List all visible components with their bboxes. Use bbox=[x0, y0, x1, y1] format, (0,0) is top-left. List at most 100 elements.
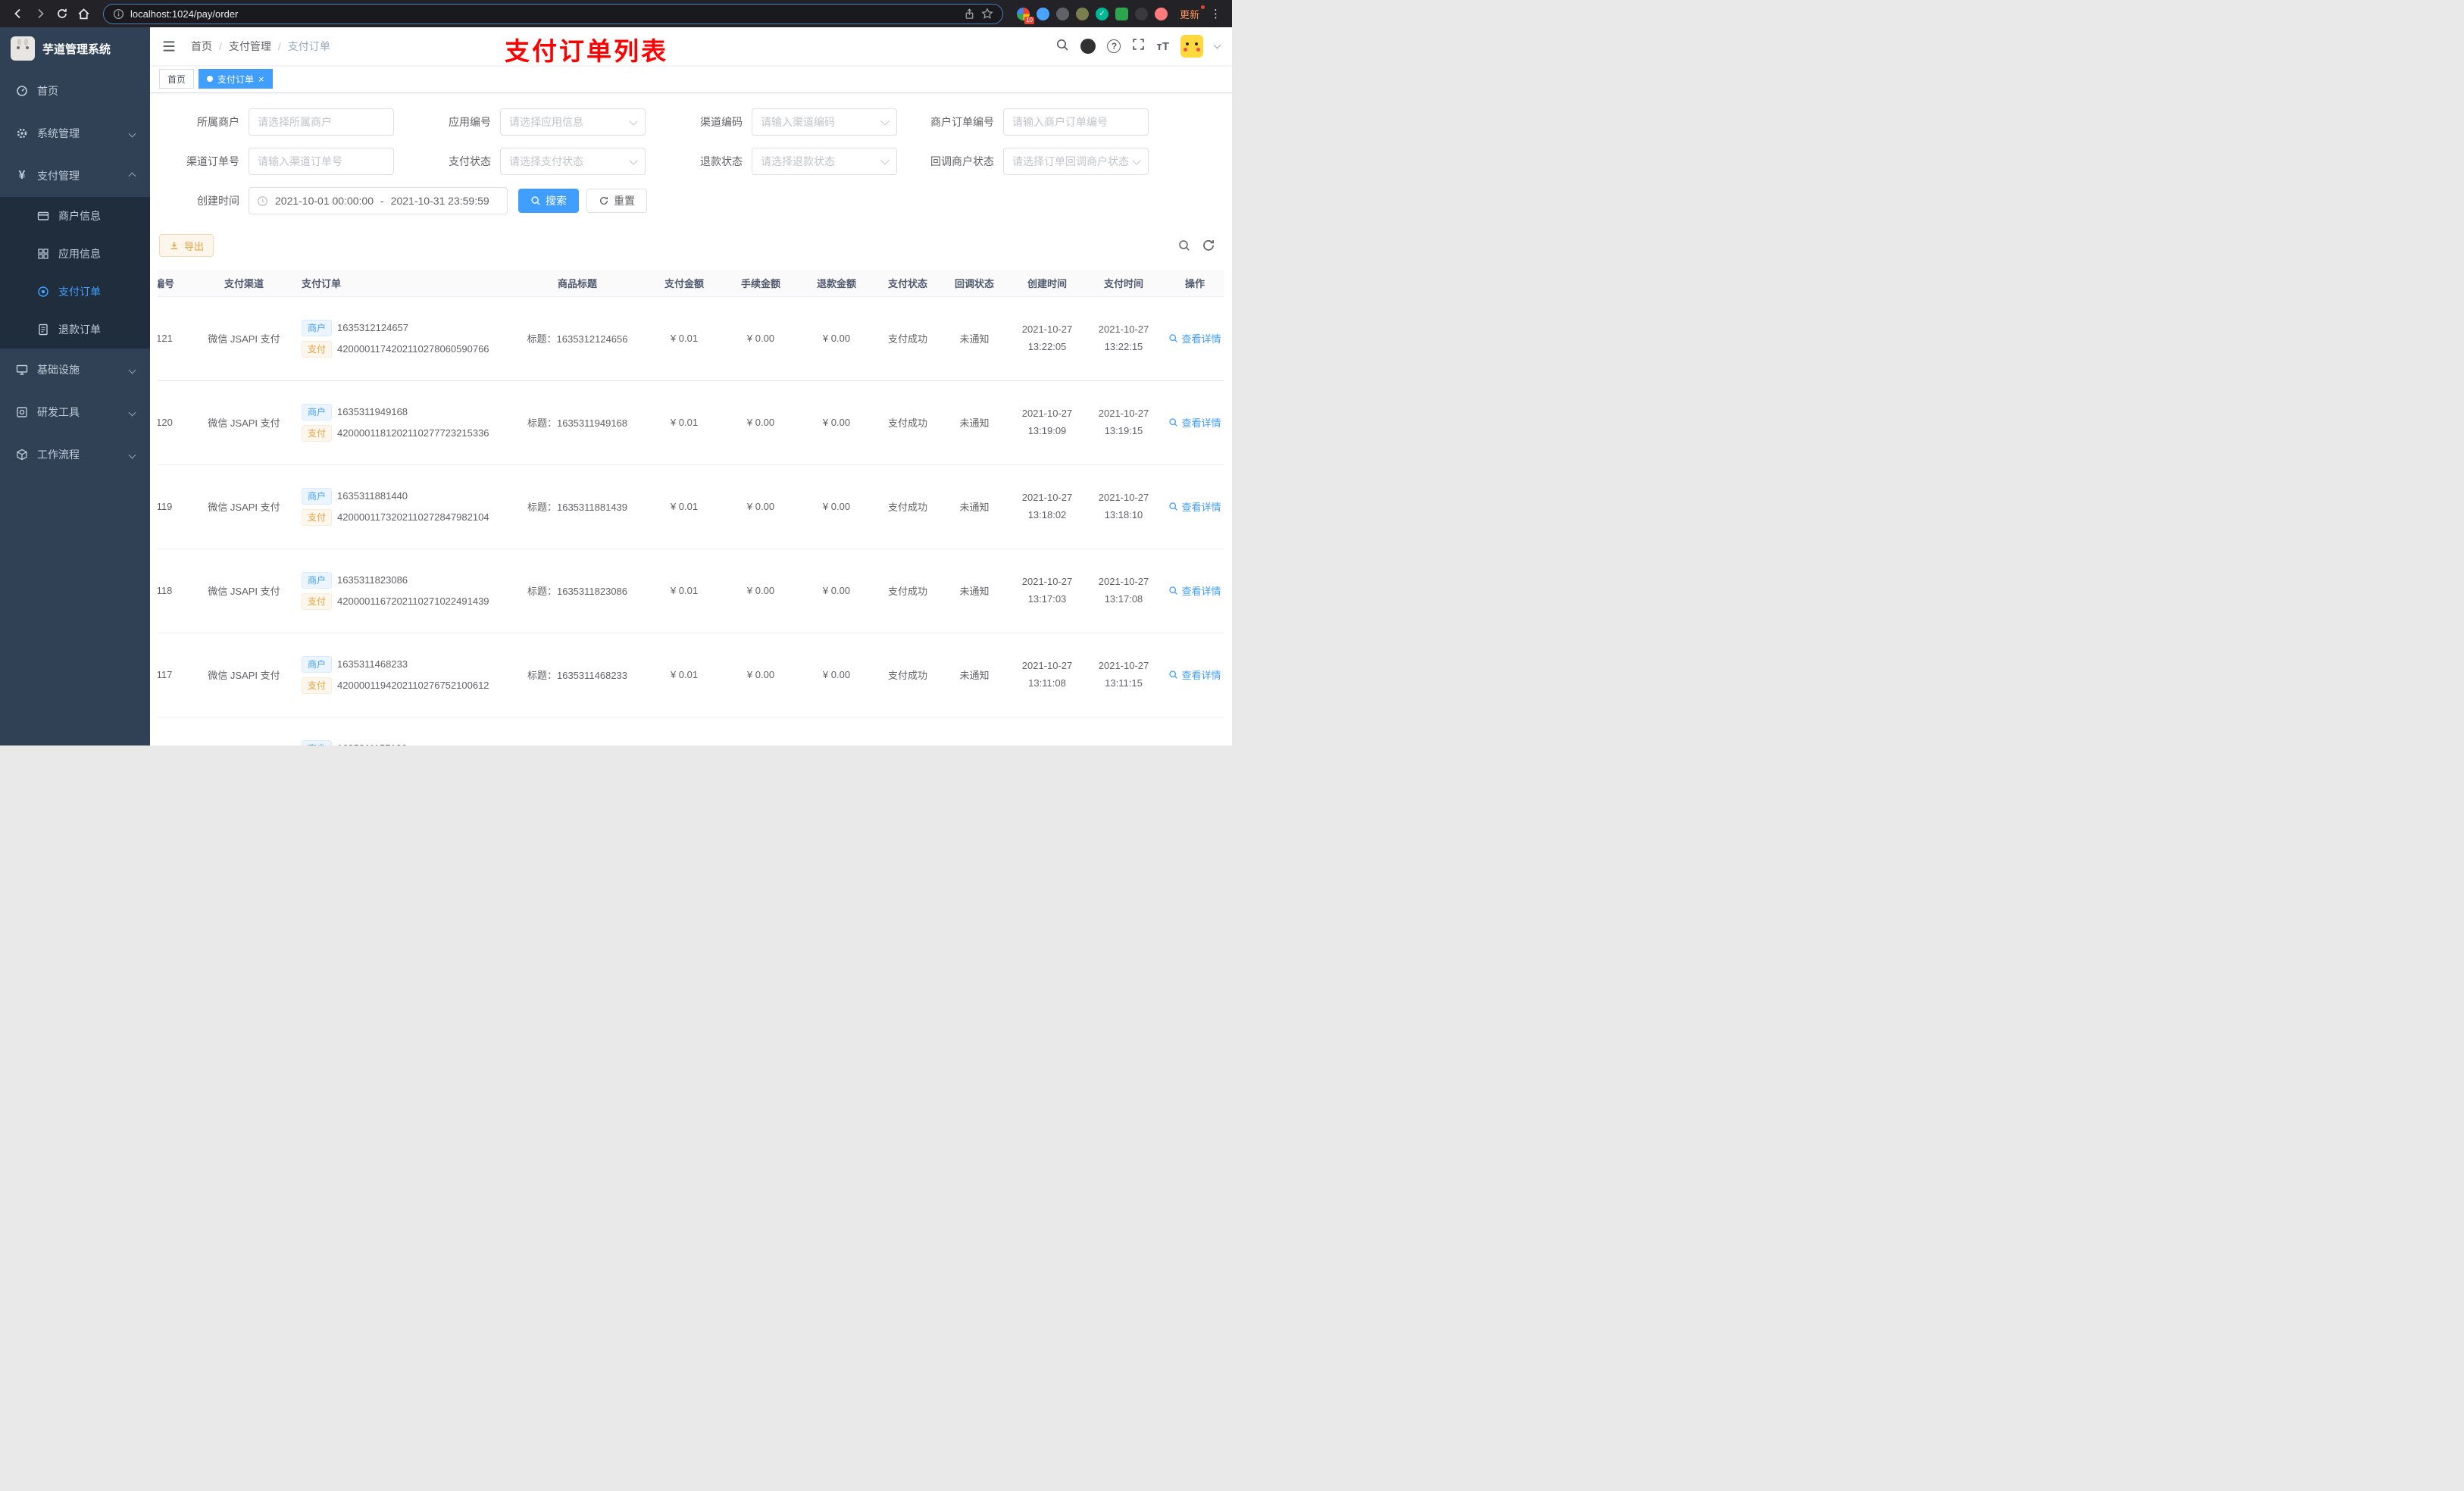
merchant-order-no-field[interactable] bbox=[1003, 108, 1149, 136]
page-header: 首页 / 支付管理 / 支付订单 支付订单列表 ? тT bbox=[150, 27, 1232, 65]
sidebar-item-app-info[interactable]: 应用信息 bbox=[0, 235, 150, 273]
url-text[interactable]: localhost:1024/pay/order bbox=[130, 8, 238, 20]
pay-tag: 支付 bbox=[302, 340, 333, 358]
channel-order-no-input[interactable] bbox=[258, 155, 385, 167]
filter-form: 所属商户 应用编号 渠道编码 商户订单编号 渠道订单号 支付状态 退款状态 bbox=[150, 93, 1232, 222]
merchant-tag: 商户 bbox=[302, 487, 333, 505]
dashboard-icon bbox=[15, 84, 29, 98]
browser-window: localhost:1024/pay/order 10 ✓ 更新 ⋮ 芋道管理系… bbox=[0, 0, 1232, 746]
pay-status-input[interactable] bbox=[509, 155, 627, 167]
date-start[interactable]: 2021-10-01 00:00:00 bbox=[275, 195, 374, 207]
breadcrumb-payment[interactable]: 支付管理 bbox=[229, 39, 271, 54]
tab-home[interactable]: 首页 bbox=[159, 69, 195, 89]
extension-icon-8[interactable] bbox=[1154, 7, 1168, 20]
github-icon[interactable] bbox=[1080, 39, 1096, 54]
col-title: 商品标题 bbox=[509, 270, 646, 297]
refresh-button[interactable] bbox=[52, 4, 72, 24]
chevron-down-icon[interactable] bbox=[1213, 41, 1221, 49]
refresh-table-icon[interactable] bbox=[1202, 239, 1215, 252]
forward-button[interactable] bbox=[30, 4, 50, 24]
merchant-select-input[interactable] bbox=[258, 116, 385, 128]
date-end[interactable]: 2021-10-31 23:59:59 bbox=[391, 195, 489, 207]
extension-icon-3[interactable] bbox=[1055, 7, 1069, 20]
extension-icon-7[interactable] bbox=[1134, 7, 1148, 20]
date-separator: - bbox=[380, 195, 384, 207]
search-icon[interactable] bbox=[1055, 38, 1069, 55]
reset-button[interactable]: 重置 bbox=[586, 189, 647, 213]
sidebar-item-system[interactable]: 系统管理 bbox=[0, 112, 150, 155]
search-toggle-icon[interactable] bbox=[1177, 239, 1191, 252]
table-row: 121 微信 JSAPI 支付 商户 1635312124657 支付 420000… bbox=[158, 296, 1224, 381]
breadcrumb-home[interactable]: 首页 bbox=[191, 39, 212, 54]
chevron-up-icon bbox=[128, 172, 136, 180]
sidebar-fold-icon[interactable] bbox=[162, 39, 176, 53]
bookmark-star-icon[interactable] bbox=[981, 8, 993, 20]
yen-icon: ¥ bbox=[18, 169, 26, 182]
notify-status-input[interactable] bbox=[1012, 155, 1130, 167]
merchant-select[interactable] bbox=[249, 108, 394, 136]
fullscreen-icon[interactable] bbox=[1132, 38, 1145, 55]
home-button[interactable] bbox=[73, 4, 94, 24]
view-detail-link[interactable]: 查看详情 bbox=[1168, 583, 1221, 598]
view-detail-link[interactable]: 查看详情 bbox=[1168, 415, 1221, 430]
browser-menu-icon[interactable]: ⋮ bbox=[1207, 7, 1224, 20]
active-dot bbox=[207, 76, 214, 82]
tags-view-bar: 首页 支付订单 × bbox=[150, 65, 1232, 93]
filter-label-app: 应用编号 bbox=[449, 116, 491, 128]
browser-update-button[interactable]: 更新 bbox=[1180, 5, 1205, 21]
extension-icon-2[interactable] bbox=[1036, 7, 1049, 20]
table-toolbar: 导出 bbox=[159, 234, 1223, 257]
site-info-icon[interactable] bbox=[113, 8, 124, 20]
extension-icon-1[interactable]: 10 bbox=[1016, 7, 1034, 24]
extension-icon-5[interactable]: ✓ bbox=[1095, 7, 1108, 20]
view-detail-link[interactable]: 查看详情 bbox=[1168, 499, 1221, 514]
notify-status-select[interactable] bbox=[1003, 148, 1149, 175]
address-bar[interactable]: localhost:1024/pay/order bbox=[103, 3, 1003, 24]
pay-status-select[interactable] bbox=[500, 148, 646, 175]
sidebar-item-workflow[interactable]: 工作流程 bbox=[0, 433, 150, 476]
channel-order-no-field[interactable] bbox=[249, 148, 394, 175]
refund-status-input[interactable] bbox=[761, 155, 879, 167]
create-time-range-picker[interactable]: 2021-10-01 00:00:00 - 2021-10-31 23:59:5… bbox=[249, 187, 508, 214]
export-button[interactable]: 导出 bbox=[159, 234, 214, 257]
sidebar-item-refund-order[interactable]: 退款订单 bbox=[0, 311, 150, 349]
view-detail-link[interactable]: 查看详情 bbox=[1168, 331, 1221, 345]
avatar[interactable] bbox=[1180, 35, 1203, 58]
sidebar-item-infra[interactable]: 基础设施 bbox=[0, 349, 150, 391]
view-detail-link[interactable]: 查看详情 bbox=[1168, 667, 1221, 682]
tab-pay-order[interactable]: 支付订单 × bbox=[199, 69, 273, 89]
font-size-icon[interactable]: тT bbox=[1156, 40, 1169, 53]
table-row: 119 微信 JSAPI 支付 商户 1635311881440 支付 420000… bbox=[158, 464, 1224, 549]
channel-code-select[interactable] bbox=[752, 108, 897, 136]
status-text: 支付成功 bbox=[874, 549, 941, 633]
table-row: 120 微信 JSAPI 支付 商户 1635311949168 支付 420000… bbox=[158, 380, 1224, 465]
sidebar-item-devtools[interactable]: 研发工具 bbox=[0, 391, 150, 433]
filter-label-merchant-order-no: 商户订单编号 bbox=[930, 116, 994, 128]
payment-submenu: 商户信息 应用信息 支付订单 退款订单 bbox=[0, 197, 150, 349]
filter-label-channel-order-no: 渠道订单号 bbox=[186, 155, 239, 167]
status-text: 支付成功 bbox=[874, 464, 941, 549]
share-icon[interactable] bbox=[964, 8, 975, 20]
help-icon[interactable]: ? bbox=[1107, 39, 1121, 53]
sidebar-item-merchant-info[interactable]: 商户信息 bbox=[0, 197, 150, 235]
table-toolbar-icons bbox=[1177, 239, 1215, 252]
sidebar-item-home[interactable]: 首页 bbox=[0, 70, 150, 112]
back-button[interactable] bbox=[8, 4, 28, 24]
merchant-order-no-input[interactable] bbox=[1012, 116, 1140, 128]
extension-icon-4[interactable] bbox=[1075, 7, 1089, 20]
close-icon[interactable]: × bbox=[258, 74, 264, 84]
filter-label-notify-status: 回调商户状态 bbox=[930, 155, 994, 167]
app-select[interactable] bbox=[500, 108, 646, 136]
filter-label-create-time: 创建时间 bbox=[197, 195, 239, 207]
app-select-input[interactable] bbox=[509, 116, 627, 128]
search-button[interactable]: 搜索 bbox=[518, 189, 579, 213]
channel-code-input[interactable] bbox=[761, 116, 879, 128]
sidebar-item-pay-order[interactable]: 支付订单 bbox=[0, 273, 150, 311]
chevron-down-icon bbox=[629, 155, 638, 165]
table-row-partial: 商户1635311157186 bbox=[158, 717, 1224, 746]
refund-status-select[interactable] bbox=[752, 148, 897, 175]
sidebar-item-payment[interactable]: ¥ 支付管理 bbox=[0, 155, 150, 197]
extension-icon-6[interactable] bbox=[1115, 7, 1128, 20]
col-status: 支付状态 bbox=[874, 270, 941, 297]
filter-label-merchant: 所属商户 bbox=[197, 116, 239, 128]
